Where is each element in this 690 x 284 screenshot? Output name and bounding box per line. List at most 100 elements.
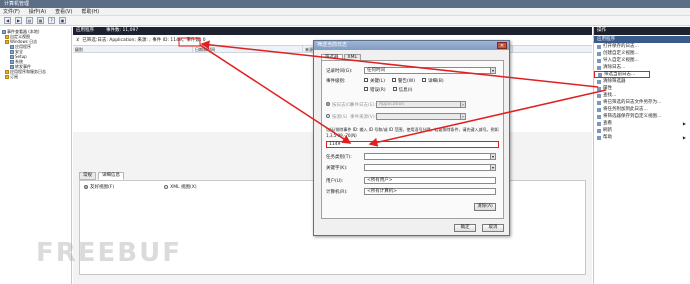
action-label: 筛选当前日志...	[604, 72, 636, 77]
panel-icon[interactable]: ▣	[59, 17, 66, 24]
properties-icon[interactable]: ▦	[37, 17, 44, 24]
folder-icon	[5, 69, 9, 74]
user-label: 用户(U):	[326, 178, 344, 184]
view-icon	[597, 121, 601, 126]
event-log-value: Application	[379, 102, 405, 107]
clear-icon	[597, 65, 601, 70]
log-icon	[10, 64, 14, 69]
menu-action[interactable]: 操作(A)	[29, 8, 46, 15]
checkbox-icon	[392, 87, 397, 91]
keywords-row: 关键字(K): ▾	[326, 164, 496, 171]
action-attach-task[interactable]: 将任务附加到此日志...	[594, 106, 690, 113]
checkbox-icon	[364, 78, 368, 82]
level-row: 事件级别: 关键(L) 警告(W) 详细(B)	[326, 78, 444, 84]
menu-help[interactable]: 帮助(H)	[81, 8, 99, 15]
menu-bar: 文件(F) 操作(A) 查看(V) 帮助(H)	[0, 8, 690, 16]
level-row-2: 错误(R) 信息(I)	[364, 87, 412, 93]
computer-input[interactable]: <所有计算机>	[364, 188, 496, 195]
actions-pane: 操作 应用程序 打开保存的日志... 创建自定义视图... 导入自定义视图...…	[593, 27, 690, 284]
level-info-checkbox[interactable]: 信息(I)	[392, 87, 412, 93]
window-title-bar: 计算机管理	[0, 0, 690, 8]
computer-value: <所有计算机>	[367, 189, 398, 194]
event-id-hint: 包括/排除事件 ID: 输入 ID 号和/或 ID 范围，使用逗号分隔。若要排除…	[326, 127, 499, 138]
action-clear-log[interactable]: 清除日志...	[594, 64, 690, 71]
action-import-custom-view[interactable]: 导入自定义视图...	[594, 57, 690, 64]
event-log-select[interactable]: Application ▾	[376, 101, 466, 108]
folder-icon	[5, 39, 9, 44]
level-error-checkbox[interactable]: 错误(R)	[364, 87, 386, 93]
column-level[interactable]: 级别	[73, 46, 193, 52]
user-value: <所有用户>	[367, 178, 393, 183]
folder-icon[interactable]: ▤	[26, 17, 33, 24]
help-icon[interactable]: ?	[48, 17, 55, 24]
folder-icon	[5, 34, 9, 39]
find-icon	[597, 93, 601, 98]
log-icon	[10, 44, 14, 49]
event-id-input[interactable]: 1149	[326, 141, 499, 148]
task-select[interactable]: ▾	[364, 153, 496, 160]
help-icon	[597, 135, 601, 140]
action-label: 查看	[603, 121, 612, 126]
refresh-icon	[597, 128, 601, 133]
action-create-custom-view[interactable]: 创建自定义视图...	[594, 50, 690, 57]
menu-file[interactable]: 文件(F)	[3, 8, 20, 15]
level-label-text: 关键(L)	[370, 79, 386, 84]
event-id-row: 1149	[326, 141, 499, 148]
filter-status: 已筛选:日志: Application; 来源: ; 事件 ID: 1149。事…	[82, 38, 206, 43]
tab-general[interactable]: 常规	[79, 172, 96, 180]
action-label: 清除日志...	[603, 65, 626, 70]
action-view[interactable]: 查看 ▶	[594, 120, 690, 127]
menu-view[interactable]: 查看(V)	[55, 8, 72, 15]
ok-button[interactable]: 确定	[454, 224, 476, 232]
action-refresh[interactable]: 刷新	[594, 127, 690, 134]
action-open-saved-log[interactable]: 打开保存的日志...	[594, 43, 690, 50]
radio-icon	[326, 102, 330, 106]
action-properties[interactable]: 属性	[594, 85, 690, 92]
column-datetime[interactable]: 日期和时间	[193, 46, 303, 52]
watermark-logo: FREEBUF	[36, 238, 182, 268]
save-icon	[597, 100, 601, 105]
action-label: 导入自定义视图...	[603, 58, 639, 63]
filter-icon: ⊻	[76, 37, 80, 43]
level-critical-checkbox[interactable]: 关键(L)	[364, 78, 385, 84]
user-row: 用户(U): <所有用户>	[326, 177, 496, 184]
action-save-filtered-log[interactable]: 将已筛选的日志文件另存为...	[594, 99, 690, 106]
cancel-button[interactable]: 取消	[482, 224, 504, 232]
chevron-down-icon: ▾	[490, 154, 495, 159]
forward-icon[interactable]: ▶	[15, 17, 22, 24]
by-source-row: 按源(S) 事件来源(V): ▾	[326, 113, 466, 120]
tree-item-subscriptions[interactable]: 订阅	[1, 74, 70, 79]
toolbar: ◀ ▶ ▤ ▦ ? ▣	[0, 16, 690, 26]
logged-label: 记录时间(G):	[326, 68, 353, 74]
log-icon	[10, 49, 14, 54]
submenu-arrow-icon: ▶	[682, 121, 686, 126]
by-log-option[interactable]: 按日志(O)	[326, 102, 353, 108]
keywords-label: 关键字(K):	[326, 165, 348, 171]
radio-icon	[84, 184, 88, 189]
level-warning-checkbox[interactable]: 警告(W)	[392, 78, 415, 84]
action-help[interactable]: 帮助 ▶	[594, 134, 690, 141]
clear-button[interactable]: 清除(A)	[474, 203, 496, 211]
event-source-select[interactable]: ▾	[376, 113, 466, 120]
checkbox-icon	[364, 87, 368, 91]
level-verbose-checkbox[interactable]: 详细(B)	[422, 78, 444, 84]
task-row: 任务类别(T): ▾	[326, 153, 496, 160]
user-input[interactable]: <所有用户>	[364, 177, 496, 184]
logged-select[interactable]: 任何时间 ▾	[364, 67, 496, 74]
back-icon[interactable]: ◀	[4, 17, 11, 24]
logged-value: 任何时间	[367, 68, 385, 73]
tab-details[interactable]: 详细信息	[98, 172, 124, 180]
level-checkboxes: 关键(L) 警告(W) 详细(B)	[364, 78, 444, 84]
by-source-option[interactable]: 按源(S)	[326, 114, 350, 120]
action-filter-current-log[interactable]: 筛选当前日志...	[594, 71, 650, 78]
keywords-select[interactable]: ▾	[364, 164, 496, 171]
window-title: 计算机管理	[4, 1, 30, 7]
submenu-arrow-icon: ▶	[682, 135, 686, 140]
chevron-down-icon: ▾	[460, 114, 465, 119]
action-save-filter-to-view[interactable]: 将筛选器保存到自定义视图...	[594, 113, 690, 120]
computer-row: 计算机(R): <所有计算机>	[326, 188, 496, 195]
close-icon[interactable]: ✕	[497, 42, 507, 49]
radio-icon	[164, 184, 169, 189]
action-clear-filter[interactable]: 清除筛选器	[594, 78, 690, 85]
action-find[interactable]: 查找...	[594, 92, 690, 99]
